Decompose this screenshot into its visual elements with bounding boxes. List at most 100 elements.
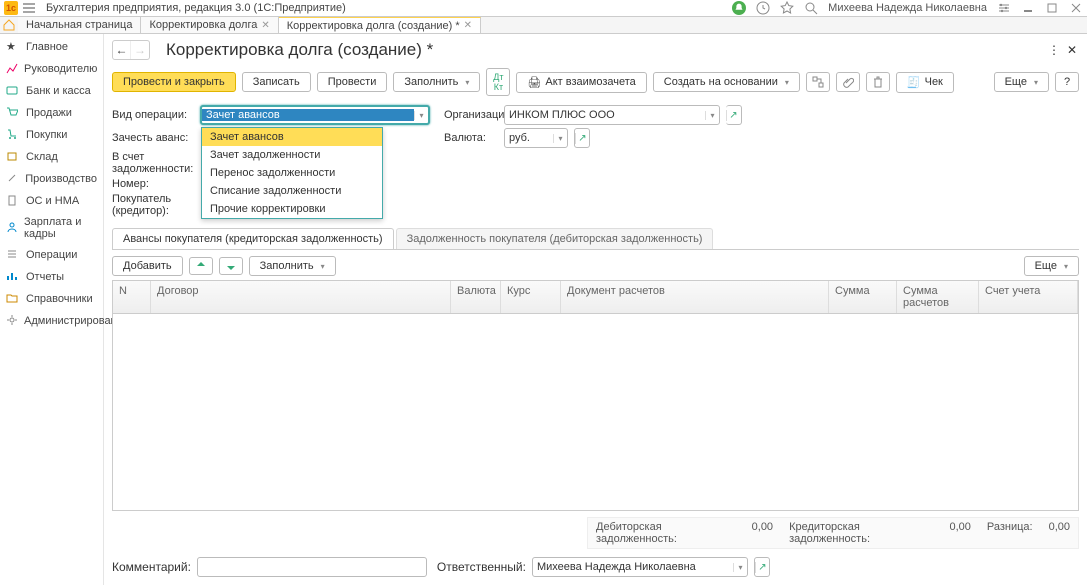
app-logo-icon: 1c <box>4 1 18 15</box>
star-icon[interactable] <box>780 1 794 15</box>
help-icon[interactable]: ? <box>1055 72 1079 92</box>
sidebar-leader[interactable]: Руководителю <box>0 58 103 80</box>
home-icon[interactable] <box>0 17 18 33</box>
restore-icon[interactable] <box>1045 1 1059 15</box>
gear-icon <box>6 314 18 328</box>
bell-icon[interactable] <box>732 1 746 15</box>
table-fill-button[interactable]: Заполнить <box>249 256 336 276</box>
kebab-icon[interactable]: ⋮ <box>1047 43 1061 57</box>
currency-label: Валюта: <box>444 132 498 144</box>
sidebar-admin[interactable]: Администрирование <box>0 310 103 332</box>
history-icon[interactable] <box>756 1 770 15</box>
box-icon <box>6 150 20 164</box>
chevron-down-icon[interactable]: ▾ <box>414 111 428 120</box>
delete-icon[interactable] <box>866 72 890 92</box>
sidebar-refs[interactable]: Справочники <box>0 288 103 310</box>
more-button[interactable]: Еще <box>994 72 1049 92</box>
op-option-advance[interactable]: Зачет авансов <box>202 128 382 146</box>
sidebar-main[interactable]: ★Главное <box>0 36 103 58</box>
op-option-debt[interactable]: Зачет задолженности <box>202 146 382 164</box>
chart-icon <box>6 62 18 76</box>
sidebar-salary[interactable]: Зарплата и кадры <box>0 212 103 244</box>
col-contract[interactable]: Договор <box>151 281 451 313</box>
post-button[interactable]: Провести <box>317 72 388 92</box>
currency-open-button[interactable]: ↗ <box>574 128 590 148</box>
chevron-down-icon[interactable]: ▾ <box>705 111 719 120</box>
add-row-button[interactable]: Добавить <box>112 256 183 276</box>
sidebar-buy[interactable]: Покупки <box>0 124 103 146</box>
buyer-label: Покупатель (кредитор): <box>112 193 194 217</box>
diff-label: Разница: <box>979 521 1041 545</box>
sidebar-prod[interactable]: Производство <box>0 168 103 190</box>
data-table: N Договор Валюта Курс Документ расчетов … <box>112 280 1079 511</box>
sidebar-reports[interactable]: Отчеты <box>0 266 103 288</box>
cred-value: 0,00 <box>941 521 978 545</box>
org-select[interactable]: ИНКОМ ПЛЮС ООО ▾ <box>504 105 720 125</box>
open-icon: ↗ <box>575 133 589 144</box>
nav-back-icon[interactable]: ← <box>113 41 131 59</box>
col-sum[interactable]: Сумма <box>829 281 897 313</box>
sidebar-sales[interactable]: Продажи <box>0 102 103 124</box>
table-more-button[interactable]: Еще <box>1024 256 1079 276</box>
op-type-select[interactable]: Зачет авансов ▾ Зачет авансов Зачет задо… <box>200 105 430 125</box>
subtab-advances[interactable]: Авансы покупателя (кредиторская задолжен… <box>112 228 394 249</box>
act-button[interactable]: 🖨Акт взаимозачета <box>516 72 646 93</box>
nav-forward-icon[interactable]: → <box>131 41 149 59</box>
save-button[interactable]: Записать <box>242 72 311 92</box>
subtab-debt[interactable]: Задолженность покупателя (дебиторская за… <box>396 228 714 249</box>
col-account[interactable]: Счет учета <box>979 281 1078 313</box>
currency-select[interactable]: руб.▾ <box>504 128 568 148</box>
minimize-icon[interactable] <box>1021 1 1035 15</box>
tab-close-icon[interactable]: ✕ <box>261 20 269 31</box>
move-up-icon[interactable] <box>189 257 213 275</box>
resp-select[interactable]: Михеева Надежда Николаевна▾ <box>532 557 748 577</box>
dtkt-button[interactable]: ДтКт <box>486 68 510 96</box>
menu-icon[interactable] <box>22 1 36 15</box>
tab-home[interactable]: Начальная страница <box>18 17 141 33</box>
close-icon[interactable] <box>1069 1 1083 15</box>
col-doc[interactable]: Документ расчетов <box>561 281 829 313</box>
cheque-button[interactable]: 🧾Чек <box>896 72 954 93</box>
col-currency[interactable]: Валюта <box>451 281 501 313</box>
resp-label: Ответственный: <box>437 560 526 574</box>
post-and-close-button[interactable]: Провести и закрыть <box>112 72 236 92</box>
chevron-down-icon[interactable]: ▾ <box>733 563 747 572</box>
tab-debt-correction[interactable]: Корректировка долга✕ <box>141 17 278 33</box>
move-down-icon[interactable] <box>219 257 243 275</box>
org-open-button[interactable]: ↗ <box>726 105 742 125</box>
col-n[interactable]: N <box>113 281 151 313</box>
resp-open-button[interactable]: ↗ <box>754 557 770 577</box>
tab-debt-correction-new[interactable]: Корректировка долга (создание) *✕ <box>279 17 481 33</box>
search-icon[interactable] <box>804 1 818 15</box>
sidebar-ops[interactable]: Операции <box>0 244 103 266</box>
table-body[interactable] <box>113 314 1078 510</box>
building-icon <box>6 194 20 208</box>
create-based-button[interactable]: Создать на основании <box>653 72 800 92</box>
sidebar-stock[interactable]: Склад <box>0 146 103 168</box>
settings-icon[interactable] <box>997 1 1011 15</box>
org-label: Организация: <box>444 109 498 121</box>
bars-icon <box>6 270 20 284</box>
advance-label: Зачесть аванс: <box>112 132 194 144</box>
op-option-other[interactable]: Прочие корректировки <box>202 200 382 218</box>
close-panel-icon[interactable]: ✕ <box>1065 43 1079 57</box>
cart-icon <box>6 106 20 120</box>
op-option-writeoff[interactable]: Списание задолженности <box>202 182 382 200</box>
op-type-value: Зачет авансов <box>202 109 414 121</box>
tab-close-icon[interactable]: ✕ <box>464 20 472 31</box>
comment-input[interactable] <box>197 557 427 577</box>
star-icon: ★ <box>6 40 20 54</box>
attach-icon[interactable] <box>836 72 860 92</box>
col-rate[interactable]: Курс <box>501 281 561 313</box>
chevron-down-icon[interactable]: ▾ <box>553 134 567 143</box>
document-tabs: Начальная страница Корректировка долга✕ … <box>0 17 1087 34</box>
op-type-label: Вид операции: <box>112 109 194 121</box>
debt-label: В счет задолженности: <box>112 151 194 175</box>
fill-button[interactable]: Заполнить <box>393 72 480 92</box>
sidebar-os[interactable]: ОС и НМА <box>0 190 103 212</box>
structure-icon[interactable] <box>806 72 830 92</box>
op-option-transfer[interactable]: Перенос задолженности <box>202 164 382 182</box>
col-sum-calc[interactable]: Сумма расчетов <box>897 281 979 313</box>
sidebar-bank[interactable]: Банк и касса <box>0 80 103 102</box>
current-user[interactable]: Михеева Надежда Николаевна <box>828 2 987 14</box>
